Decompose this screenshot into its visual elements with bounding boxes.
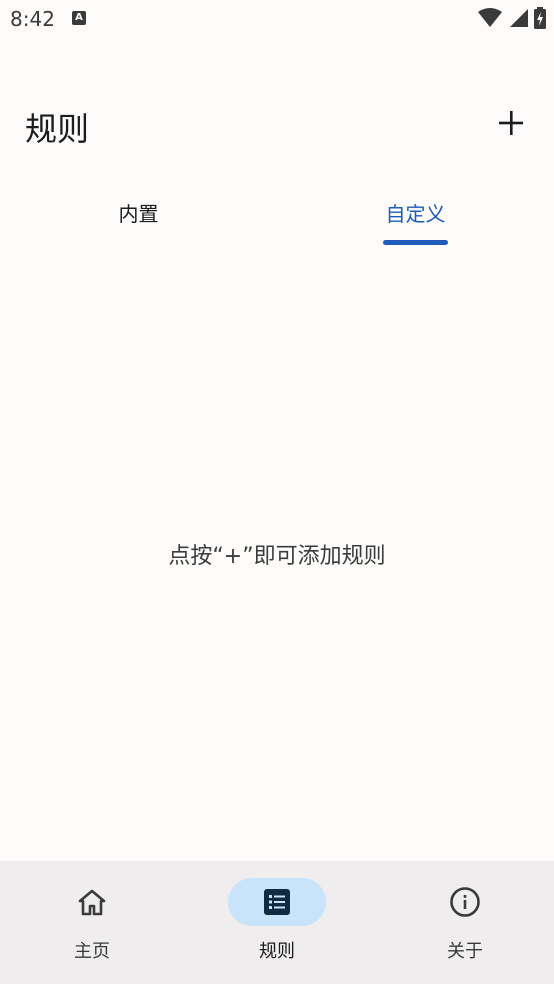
- status-time: 8:42: [10, 7, 55, 31]
- plus-icon: [499, 111, 523, 135]
- bottom-navigation: 主页 规则 关于: [0, 861, 554, 984]
- tab-custom[interactable]: 自定义: [277, 180, 554, 248]
- nav-about-label: 关于: [447, 941, 483, 962]
- rule-tabs: 内置 自定义: [0, 180, 554, 248]
- signal-icon: [510, 9, 528, 27]
- wifi-icon: [478, 8, 502, 27]
- info-icon: [450, 887, 480, 917]
- nav-home-icon-container: [43, 878, 141, 926]
- tab-indicator: [383, 240, 448, 245]
- status-icons: [478, 7, 546, 29]
- nav-item-home[interactable]: 主页: [0, 861, 184, 984]
- notification-badge-icon: A: [72, 11, 86, 25]
- nav-item-rules[interactable]: 规则: [185, 861, 369, 984]
- rules-screen: 8:42 A 规则 内置 自定义 点按“+”即可添加规则 主页 规则 关于: [0, 0, 554, 984]
- battery-charging-icon: [534, 7, 546, 29]
- nav-home-label: 主页: [74, 941, 110, 962]
- status-bar: 8:42 A: [0, 0, 554, 40]
- empty-state-message: 点按“+”即可添加规则: [168, 544, 386, 569]
- tab-builtin[interactable]: 内置: [0, 180, 277, 248]
- home-icon: [78, 889, 106, 916]
- nav-rules-icon-container: [228, 878, 326, 926]
- page-title: 规则: [25, 110, 90, 148]
- nav-about-icon-container: [416, 878, 514, 926]
- tab-builtin-label: 内置: [118, 202, 159, 226]
- nav-item-about[interactable]: 关于: [373, 861, 554, 984]
- nav-rules-label: 规则: [259, 941, 295, 962]
- list-icon: [264, 889, 290, 915]
- add-rule-button[interactable]: [492, 104, 530, 142]
